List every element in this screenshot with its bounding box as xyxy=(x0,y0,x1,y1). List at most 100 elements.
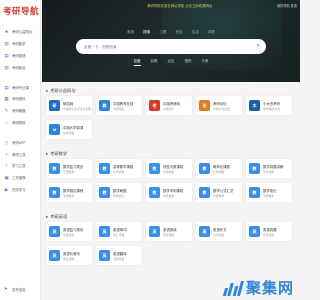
sidebar-item-label: 考研专业课 xyxy=(12,85,29,90)
site-card[interactable]: 数高等数学课程 名师视频 xyxy=(96,159,142,178)
book-icon: ▤ xyxy=(4,64,9,70)
site-card[interactable]: 考中国考研网 考研资讯 xyxy=(146,96,192,115)
sidebar-item[interactable]: ▣ 工作推荐 xyxy=(0,172,40,184)
site-card-title: 英语翻译 xyxy=(113,251,127,256)
sidebar-item-label: 考研资讯 xyxy=(12,97,26,102)
sidebar-nav: ★ 考研公益网址 ▤ 考研数学 ▤ 考研英语 ▤ 考研政治 ▤ 考研专业课 ▦ 考研资讯 ✎ 考研刷题 ⌂ 考… xyxy=(0,26,40,195)
site-card[interactable]: 数数学冲刺课程 考研数学 xyxy=(146,183,192,202)
tag-icon: ▸ xyxy=(46,151,49,156)
search-engine-tab[interactable]: 谷歌 xyxy=(151,59,158,66)
site-card-title: 中国大学慕课 xyxy=(63,125,84,130)
sidebar-item[interactable]: ⌂ 考研院校 xyxy=(0,117,40,129)
book-icon: ▤ xyxy=(4,41,9,47)
site-card[interactable]: 数数学刷题 题库练习 xyxy=(96,183,142,202)
site-card-icon: 英 xyxy=(99,250,110,261)
site-card-desc: 考研英语 xyxy=(113,256,125,261)
sidebar-item-label: 考研刷题 xyxy=(12,109,26,114)
sidebar-item[interactable]: ✧ 学习工具 xyxy=(0,160,40,172)
site-card[interactable]: 数数学真题讲解 历年真题 xyxy=(246,159,292,178)
sidebar-item-label: 在线学习 xyxy=(12,187,26,192)
site-card[interactable]: 数概率论课程 名师视频 xyxy=(196,159,242,178)
search-category-tab[interactable]: 社区 xyxy=(176,30,183,35)
play-icon: ▶ xyxy=(4,186,9,192)
site-card[interactable]: 数数学笔记 考研数学 xyxy=(246,183,292,202)
search-engine-tab[interactable]: 必应 xyxy=(168,59,175,66)
site-card-desc: 考研数学 xyxy=(63,169,75,174)
site-card[interactable]: 数数学复习规划 考研数学 xyxy=(46,159,92,178)
search-engine-tab[interactable]: 搜狗 xyxy=(185,59,192,66)
search-category-tab[interactable]: 常用 xyxy=(127,30,134,35)
search-category-tab[interactable]: 求职 xyxy=(208,30,215,35)
search-category-tab[interactable]: 生活 xyxy=(192,30,199,35)
user-links[interactable]: 我的导航 登录 xyxy=(277,3,297,8)
sidebar-item[interactable]: ▤ 考研政治 xyxy=(0,61,40,73)
sidebar-item[interactable]: ★ 考研公益网址 xyxy=(0,26,40,38)
send-icon: ➤ xyxy=(4,286,8,291)
site-card-desc: 考研数学 xyxy=(213,193,225,198)
sidebar-item[interactable]: ▦ 考研资讯 xyxy=(0,93,40,105)
book-icon: ▤ xyxy=(4,52,9,58)
site-card[interactable]: 英英语长难句 语法讲解 xyxy=(46,246,92,265)
section-title: ▸ 考研数学 xyxy=(46,149,296,159)
sidebar-item-publish[interactable]: ➤ 发布信息 xyxy=(4,286,26,292)
site-card[interactable]: 教中国教育在线 考研频道 xyxy=(96,96,142,115)
sidebar-item-label: 工作推荐 xyxy=(12,176,26,181)
search-input[interactable] xyxy=(84,44,244,49)
site-card-desc: 在线课程 xyxy=(63,130,75,135)
site-card-title: 中国教育在线 xyxy=(113,101,134,106)
search-category-tab[interactable]: 搜索 xyxy=(143,30,150,35)
site-card-title: 英语复习规划 xyxy=(63,227,84,232)
site-card-desc: 历年真题 xyxy=(263,232,275,237)
sidebar-item[interactable]: ▤ 考研英语 xyxy=(0,50,40,62)
site-card[interactable]: M 中国大学慕课 在线课程 xyxy=(46,120,92,139)
sidebar-item-label: 考研数学 xyxy=(12,42,26,47)
site-card[interactable]: 英英语翻译 考研英语 xyxy=(96,246,142,265)
site-logo[interactable]: 考研导航 xyxy=(0,0,40,22)
site-card[interactable]: 数线性代数课程 名师视频 xyxy=(146,159,192,178)
site-card[interactable]: 论考研论坛 考研交流社区 xyxy=(196,96,242,115)
site-card-title: 数学冲刺课程 xyxy=(163,188,184,193)
site-card-desc: 考研英语 xyxy=(63,232,75,237)
site-card-desc: 考研交流社区 xyxy=(213,106,230,111)
search-category-tab[interactable]: 工具 xyxy=(159,30,166,35)
site-card[interactable]: 数数学强化课程 考研数学 xyxy=(46,183,92,202)
site-grid: 英英语复习规划 考研英语英英语单词 词汇背诵英英语阅读 阅读理解英英语作文 写作模板英英… xyxy=(46,222,296,265)
sidebar-item-label: 考研政治 xyxy=(12,65,26,70)
notice-banner[interactable]: 考研导航收录至网址导航 点击立即收藏网址 xyxy=(147,3,212,8)
sidebar-item[interactable]: ▯ 考研APP xyxy=(0,136,40,148)
sidebar-item[interactable]: ▤ 考研数学 xyxy=(0,38,40,50)
sidebar-item[interactable]: ✧ 考研工具 xyxy=(0,148,40,160)
site-card[interactable]: 英英语复习规划 考研英语 xyxy=(46,222,92,241)
site-card-title: 数学笔记 xyxy=(263,188,277,193)
site-card-title: 数学刷题 xyxy=(113,188,127,193)
tool-icon: ✧ xyxy=(4,163,9,169)
sidebar-item[interactable]: ✎ 考研刷题 xyxy=(0,105,40,117)
sidebar-item[interactable]: ▤ 考研专业课 xyxy=(0,81,40,93)
site-card-desc: 考研数学 xyxy=(163,193,175,198)
section-title: ▸ 考研英语 xyxy=(46,212,296,222)
site-card[interactable]: 英英语单词 词汇背诵 xyxy=(96,222,142,241)
site-card[interactable]: 研研招网 中国研究生招生信息网 xyxy=(46,96,92,115)
search-hero: 考研导航收录至网址导航 点击立即收藏网址 我的导航 登录 常用 搜索 工具 社区 生活 求… xyxy=(42,0,300,82)
site-card[interactable]: 木小木虫考研 学术科研交流 xyxy=(246,96,292,115)
search-icon[interactable]: ⌕ xyxy=(257,43,260,50)
site-card-desc: 中国研究生招生信息网 xyxy=(63,106,91,111)
site-card-title: 高等数学课程 xyxy=(113,164,134,169)
site-card-icon: 英 xyxy=(149,226,160,237)
school-icon: ⌂ xyxy=(5,119,8,125)
site-card-icon: 英 xyxy=(249,226,260,237)
sidebar-item[interactable]: ▶ 在线学习 xyxy=(0,184,40,196)
search-engine-tab[interactable]: 百度 xyxy=(133,59,141,66)
search-engine-tab[interactable]: 头条 xyxy=(202,59,209,66)
site-card-icon: 数 xyxy=(49,187,60,198)
site-card[interactable]: 英英语真题 历年真题 xyxy=(246,222,292,241)
site-card-icon: 英 xyxy=(199,226,210,237)
site-card-icon: 数 xyxy=(149,163,160,174)
watermark-text: 聚集网 xyxy=(245,279,294,297)
section-title-text: 考研数学 xyxy=(50,151,68,156)
site-card-desc: 历年真题 xyxy=(263,169,275,174)
site-card[interactable]: 英英语阅读 阅读理解 xyxy=(146,222,192,241)
site-card[interactable]: 英英语作文 写作模板 xyxy=(196,222,242,241)
site-card[interactable]: 数数学公式汇总 考研数学 xyxy=(196,183,242,202)
site-card-icon: 数 xyxy=(249,163,260,174)
